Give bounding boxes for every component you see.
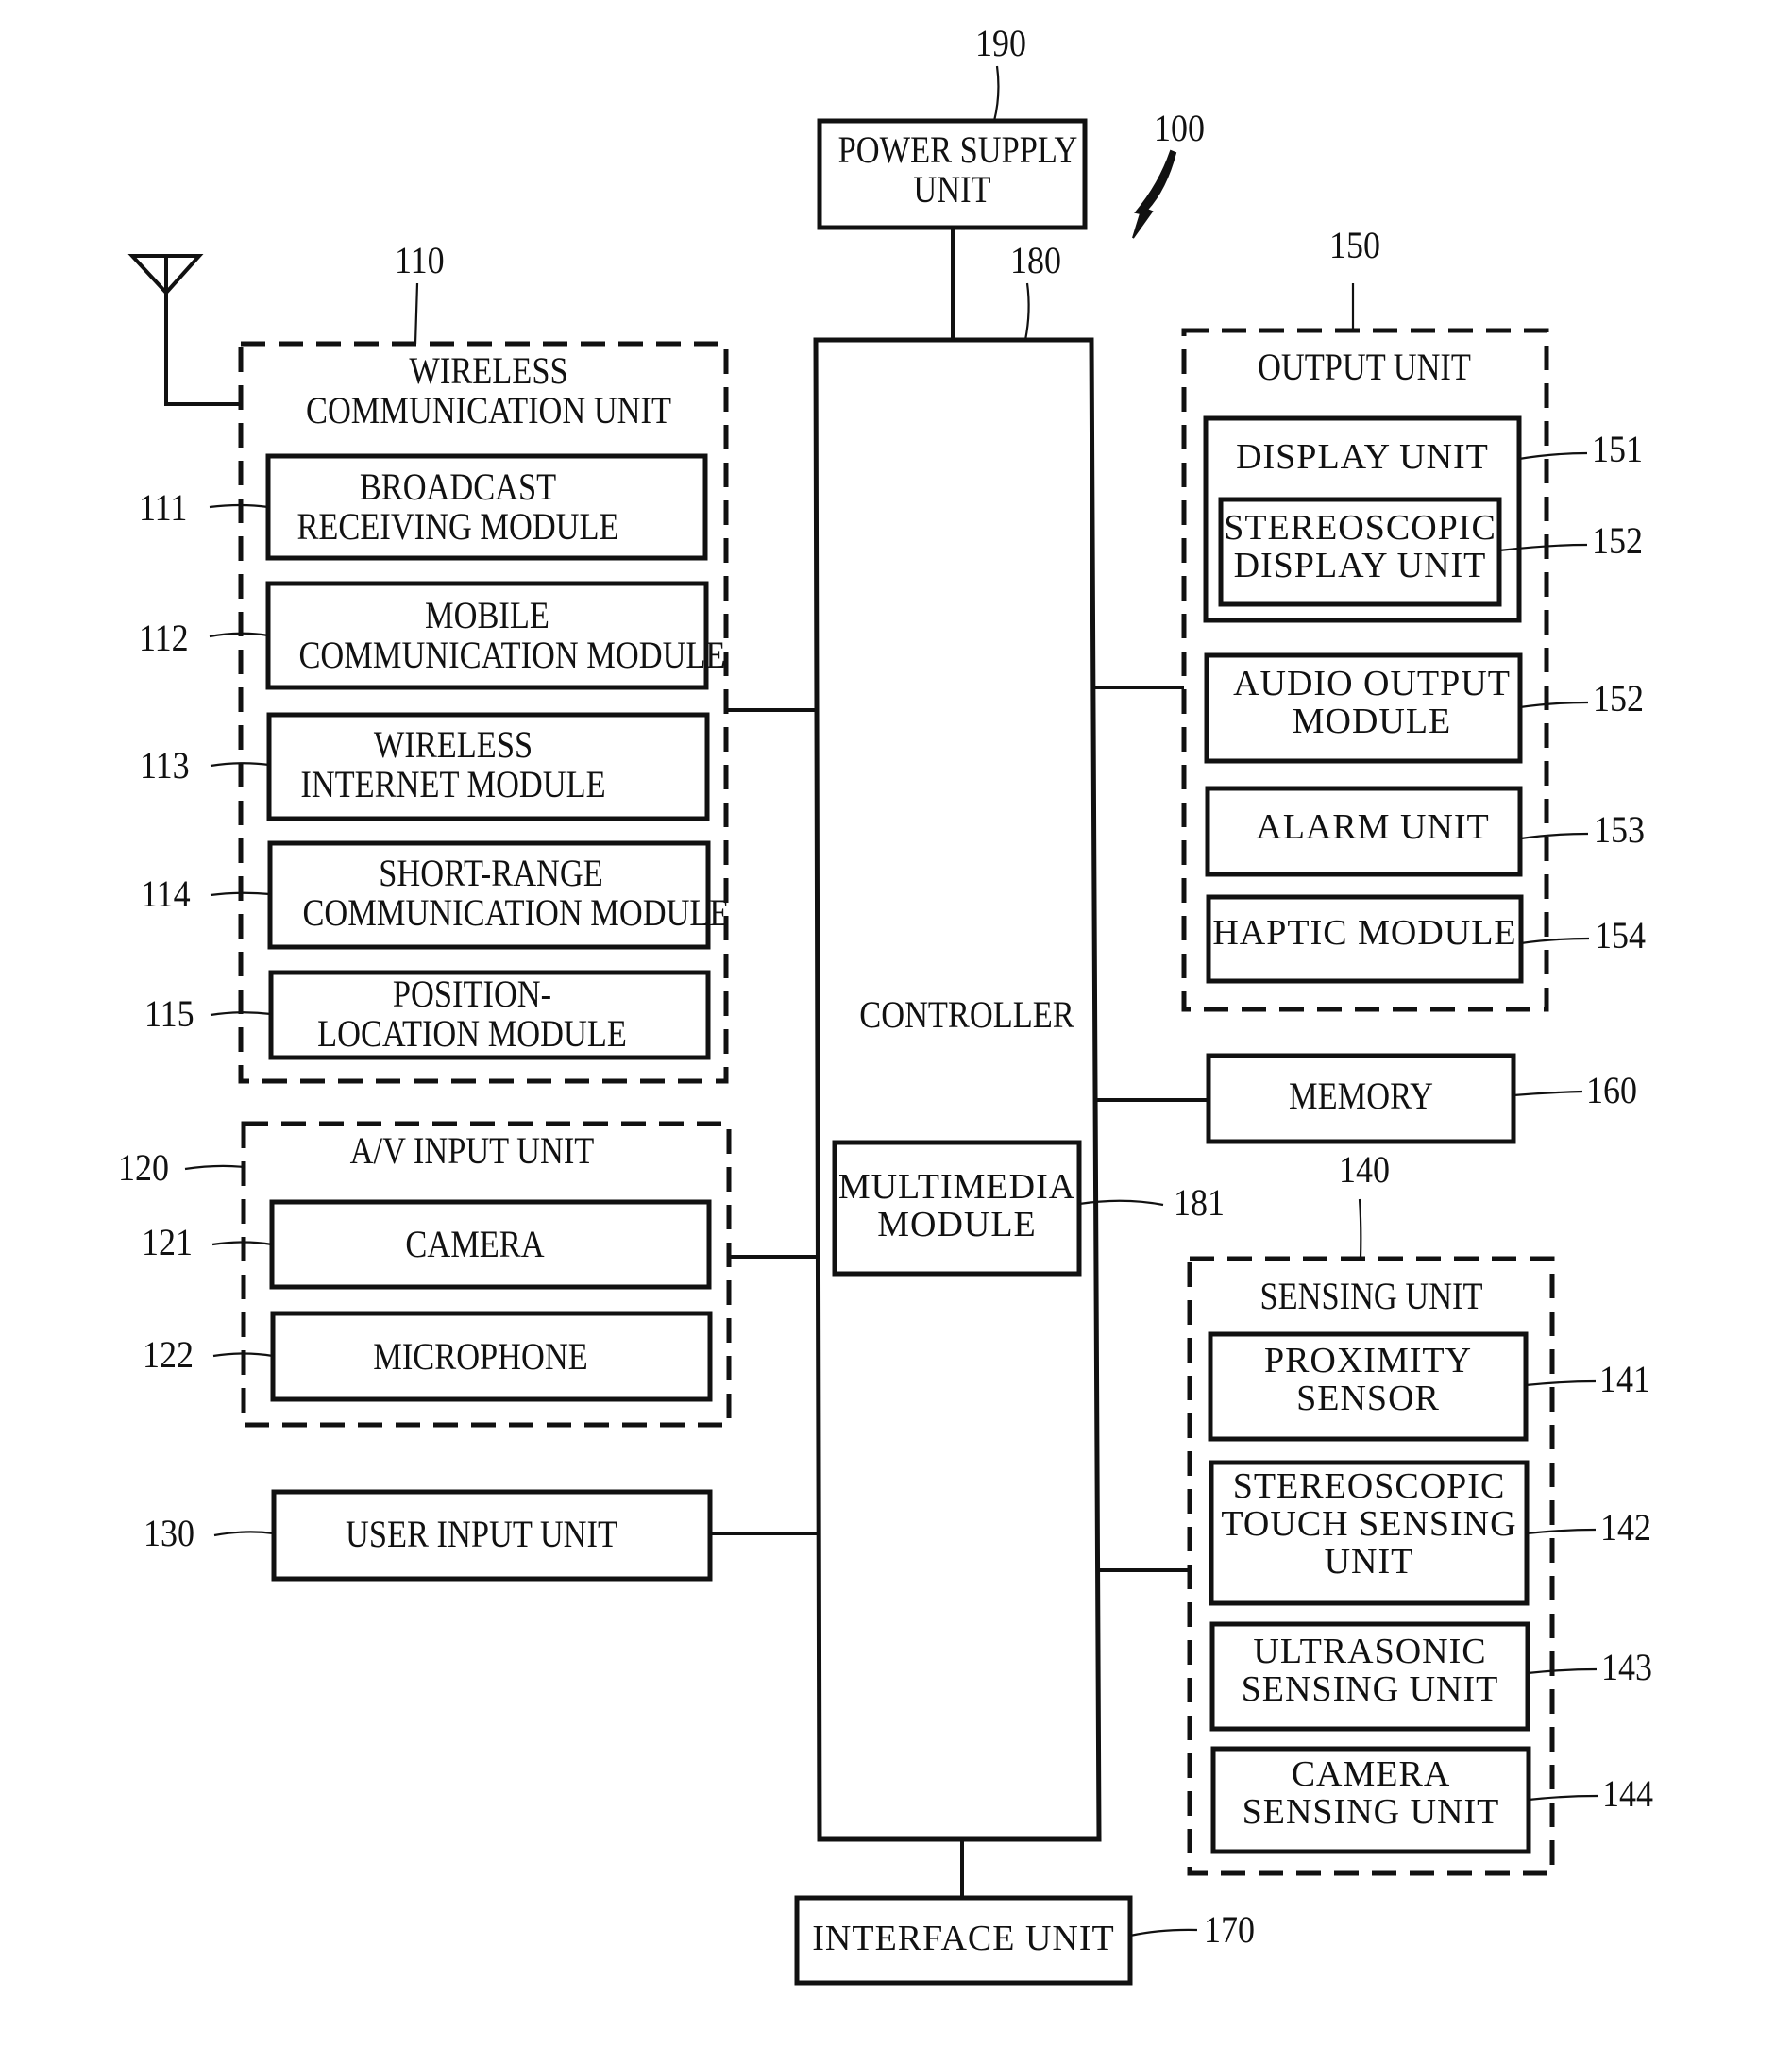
leader-160: [1513, 1090, 1583, 1097]
ref-110: 110: [395, 239, 445, 281]
ref-180: 180: [1010, 239, 1061, 281]
display-unit-label: DISPLAY UNIT: [1236, 437, 1489, 477]
ref-113: 113: [140, 744, 190, 787]
power-supply-label: POWER SUPPLY UNIT: [837, 128, 1078, 211]
broadcast-receiving-module-label: BROADCAST RECEIVING MODULE: [296, 465, 619, 548]
ref-130: 130: [144, 1512, 194, 1554]
leader-190: [992, 65, 1000, 122]
ref-152-stereo: 152: [1592, 519, 1643, 562]
ref-181: 181: [1174, 1181, 1225, 1224]
haptic-module-label: HAPTIC MODULE: [1212, 913, 1517, 953]
ref-190: 190: [975, 22, 1026, 64]
ref-115: 115: [144, 992, 194, 1035]
ref-160: 160: [1586, 1069, 1637, 1111]
ref-143: 143: [1601, 1646, 1652, 1688]
multimedia-label: MULTIMEDIA MODULE: [837, 1167, 1076, 1244]
ref-154: 154: [1595, 914, 1646, 956]
ref-121: 121: [142, 1221, 193, 1263]
ultrasonic-sensing-unit-label: ULTRASONIC SENSING UNIT: [1241, 1632, 1499, 1709]
figure-arrow-icon: [1132, 149, 1177, 239]
output-unit-label: OUTPUT UNIT: [1258, 346, 1471, 388]
leader-130: [213, 1531, 275, 1537]
ref-111: 111: [139, 486, 188, 529]
memory-label: MEMORY: [1289, 1075, 1433, 1117]
ref-122: 122: [143, 1333, 194, 1376]
controller-label: CONTROLLER: [859, 993, 1074, 1036]
leader-180: [1023, 282, 1030, 341]
leader-140: [1358, 1198, 1362, 1260]
alarm-unit-label: ALARM UNIT: [1256, 807, 1490, 847]
stereoscopic-touch-sensing-unit-label: STEREOSCOPIC TOUCH SENSING UNIT: [1221, 1466, 1517, 1582]
short-range-communication-module-label: SHORT-RANGE COMMUNICATION MODULE: [302, 852, 730, 934]
ref-150: 150: [1329, 224, 1380, 266]
ref-140: 140: [1339, 1148, 1390, 1191]
ref-100: 100: [1154, 107, 1205, 149]
sensing-unit-label: SENSING UNIT: [1259, 1275, 1483, 1317]
ref-153: 153: [1594, 808, 1645, 851]
ref-141: 141: [1599, 1358, 1650, 1400]
ref-151: 151: [1592, 428, 1643, 470]
leader-120: [184, 1164, 245, 1171]
mobile-communication-module-label: MOBILE COMMUNICATION MODULE: [298, 594, 726, 676]
stereoscopic-display-unit-label: STEREOSCOPIC DISPLAY UNIT: [1224, 508, 1496, 585]
leader-181: [1078, 1199, 1164, 1207]
position-location-module-label: POSITION- LOCATION MODULE: [317, 973, 627, 1055]
sensing-leaders: [1525, 1379, 1598, 1802]
wireless-internet-module-label: WIRELESS INTERNET MODULE: [300, 723, 606, 805]
proximity-sensor-label: PROXIMITY SENSOR: [1263, 1341, 1473, 1418]
microphone-label: MICROPHONE: [373, 1335, 588, 1378]
interface-label: INTERFACE UNIT: [812, 1919, 1115, 1958]
user-input-unit-label: USER INPUT UNIT: [346, 1513, 617, 1555]
ref-120: 120: [118, 1146, 169, 1189]
controller-box: [813, 337, 1102, 1842]
av-input-unit-label: A/V INPUT UNIT: [349, 1129, 595, 1172]
audio-output-module-label: AUDIO OUTPUT MODULE: [1233, 664, 1511, 741]
leader-110: [414, 282, 419, 345]
leader-170: [1129, 1928, 1198, 1938]
ref-152-audio: 152: [1593, 677, 1644, 719]
camera-label: CAMERA: [405, 1223, 545, 1265]
antenna-icon: [127, 254, 241, 406]
ref-170: 170: [1204, 1908, 1255, 1951]
ref-112: 112: [139, 617, 189, 659]
ref-144: 144: [1602, 1772, 1653, 1815]
wireless-communication-unit-label: WIRELESS COMMUNICATION UNIT: [306, 349, 671, 432]
ref-114: 114: [141, 872, 191, 915]
camera-sensing-unit-label: CAMERA SENSING UNIT: [1242, 1754, 1500, 1832]
ref-142: 142: [1600, 1506, 1651, 1549]
